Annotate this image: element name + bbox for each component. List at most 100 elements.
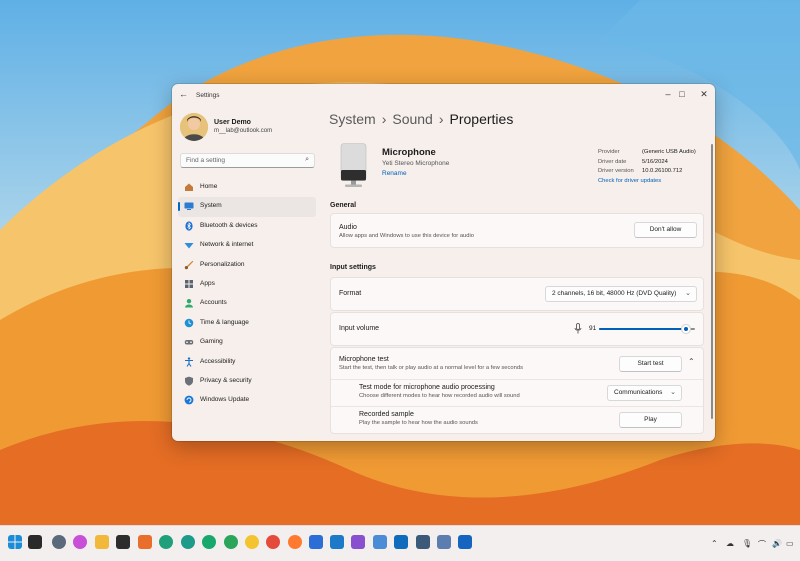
- breadcrumb-sound[interactable]: Sound: [392, 111, 432, 127]
- sidebar-item-bluetooth[interactable]: Bluetooth & devices: [178, 217, 316, 236]
- title-bar: ← Settings – □ ✕: [172, 84, 715, 106]
- sidebar-item-personalization[interactable]: Personalization: [178, 256, 316, 275]
- chevron-down-icon: ⌄: [670, 389, 676, 396]
- close-icon[interactable]: ✕: [697, 88, 711, 100]
- sidebar-item-system[interactable]: System: [178, 197, 316, 217]
- globe-clock-icon: [184, 318, 194, 328]
- sidebar-item-label: Home: [200, 183, 218, 190]
- general-heading: General: [330, 202, 357, 209]
- edge-beta-icon[interactable]: [181, 535, 195, 549]
- sidebar-item-privacy[interactable]: Privacy & security: [178, 372, 316, 391]
- microphone-icon[interactable]: [574, 323, 582, 334]
- network-tray-icon[interactable]: ⌒: [758, 539, 766, 550]
- maximize-icon[interactable]: □: [675, 88, 689, 100]
- outlook-icon[interactable]: [394, 535, 408, 549]
- accessibility-icon: [185, 356, 193, 367]
- microphone-test-card: Microphone test Start the test, then tal…: [330, 347, 704, 434]
- format-dropdown[interactable]: 2 channels, 16 bit, 48000 Hz (DVD Qualit…: [545, 286, 697, 302]
- chevron-down-icon: ⌄: [685, 290, 691, 297]
- bluetooth-icon: [185, 221, 193, 231]
- sidebar-item-label: System: [200, 202, 222, 210]
- rename-link[interactable]: Rename: [382, 170, 407, 177]
- app-icon-5[interactable]: [437, 535, 451, 549]
- edge-canary-icon[interactable]: [224, 535, 238, 549]
- divider: [331, 379, 703, 380]
- settings-app-icon[interactable]: [52, 535, 66, 549]
- volume-slider-fill: [599, 328, 687, 330]
- sidebar-item-label: Network & internet: [200, 241, 254, 249]
- test-mode-dropdown[interactable]: Communications ⌄: [607, 385, 682, 401]
- sidebar-item-gaming[interactable]: Gaming: [178, 333, 316, 352]
- firefox-icon[interactable]: [288, 535, 302, 549]
- avatar[interactable]: [180, 113, 208, 141]
- file-explorer-icon[interactable]: [95, 535, 109, 549]
- sidebar-item-label: Accounts: [200, 299, 227, 307]
- app-icon-2[interactable]: [351, 535, 365, 549]
- cloud-icon[interactable]: ☁: [726, 539, 734, 548]
- edge-icon[interactable]: [159, 535, 173, 549]
- chrome-canary-icon[interactable]: [245, 535, 259, 549]
- format-card: Format 2 channels, 16 bit, 48000 Hz (DVD…: [330, 277, 704, 311]
- security-shield-icon[interactable]: [458, 535, 472, 549]
- recorded-sample-title: Recorded sample: [359, 411, 414, 418]
- back-arrow-icon[interactable]: ←: [179, 89, 188, 99]
- recorded-sample-description: Play the sample to hear how the audio so…: [359, 420, 478, 426]
- sidebar-item-network[interactable]: Network & internet: [178, 236, 316, 255]
- breadcrumb-separator: ›: [381, 111, 387, 127]
- breadcrumb: System › Sound › Properties: [329, 111, 513, 127]
- provider-value: (Generic USB Audio): [642, 149, 696, 155]
- apps-icon: [185, 279, 193, 288]
- sidebar-item-accessibility[interactable]: Accessibility: [178, 353, 316, 372]
- remote-desktop-icon[interactable]: [330, 535, 344, 549]
- volume-tray-icon[interactable]: 🔊: [772, 539, 782, 548]
- app-icon-4[interactable]: [416, 535, 430, 549]
- sidebar-item-home[interactable]: Home: [178, 178, 316, 197]
- provider-label: Provider: [598, 149, 620, 155]
- sidebar-item-windows-update[interactable]: Windows Update: [178, 391, 316, 410]
- check-driver-updates-link[interactable]: Check for driver updates: [598, 178, 661, 184]
- input-volume-label: Input volume: [339, 325, 380, 332]
- device-name: Microphone: [382, 147, 436, 158]
- scrollbar[interactable]: [711, 144, 713, 419]
- breadcrumb-system[interactable]: System: [329, 111, 376, 127]
- app-icon-3[interactable]: [373, 535, 387, 549]
- volume-slider-thumb[interactable]: [682, 325, 691, 333]
- edge-dev-icon[interactable]: [202, 535, 216, 549]
- chevron-up-icon[interactable]: ⌃: [688, 357, 695, 366]
- terminal-icon[interactable]: [116, 535, 130, 549]
- driver-version-value: 10.0.26100.712: [642, 168, 683, 174]
- microphone-test-title: Microphone test: [339, 356, 389, 363]
- dont-allow-button[interactable]: Don't allow: [634, 222, 697, 238]
- audio-description: Allow apps and Windows to use this devic…: [339, 233, 475, 239]
- battery-tray-icon[interactable]: ▭: [786, 539, 794, 548]
- microphone-tray-icon[interactable]: 🎙: [742, 539, 752, 548]
- document-app-icon[interactable]: [309, 535, 323, 549]
- update-icon: [184, 395, 194, 405]
- app-title: Settings: [196, 92, 220, 99]
- minimize-icon[interactable]: –: [661, 88, 675, 100]
- driver-date-value: 5/16/2024: [642, 158, 668, 165]
- sidebar-item-label: Accessibility: [200, 357, 236, 365]
- sidebar-item-time-language[interactable]: Time & language: [178, 314, 316, 333]
- device-model: Yeti Stereo Microphone: [382, 160, 450, 167]
- home-icon: [185, 183, 193, 191]
- sidebar-item-apps[interactable]: Apps: [178, 275, 316, 294]
- network-icon: [184, 243, 194, 249]
- start-windows-icon[interactable]: [8, 535, 22, 549]
- copilot-icon[interactable]: [73, 535, 87, 549]
- play-button[interactable]: Play: [619, 412, 682, 428]
- sidebar-item-label: Gaming: [200, 338, 223, 346]
- accounts-icon: [185, 299, 193, 308]
- chrome-icon[interactable]: [266, 535, 280, 549]
- page-title: Properties: [449, 111, 514, 127]
- sidebar-item-accounts[interactable]: Accounts: [178, 294, 316, 313]
- microphone-device-icon: [340, 143, 367, 187]
- volume-slider-track[interactable]: [599, 325, 695, 333]
- search-input[interactable]: Find a setting ⌕: [180, 153, 315, 168]
- sidebar-item-label: Bluetooth & devices: [200, 221, 258, 229]
- chevron-up-icon[interactable]: ⌃: [711, 539, 718, 548]
- app-icon[interactable]: [138, 535, 152, 549]
- task-view-icon[interactable]: [28, 535, 42, 549]
- sidebar-item-label: Time & language: [200, 318, 249, 326]
- start-test-button[interactable]: Start test: [619, 356, 682, 372]
